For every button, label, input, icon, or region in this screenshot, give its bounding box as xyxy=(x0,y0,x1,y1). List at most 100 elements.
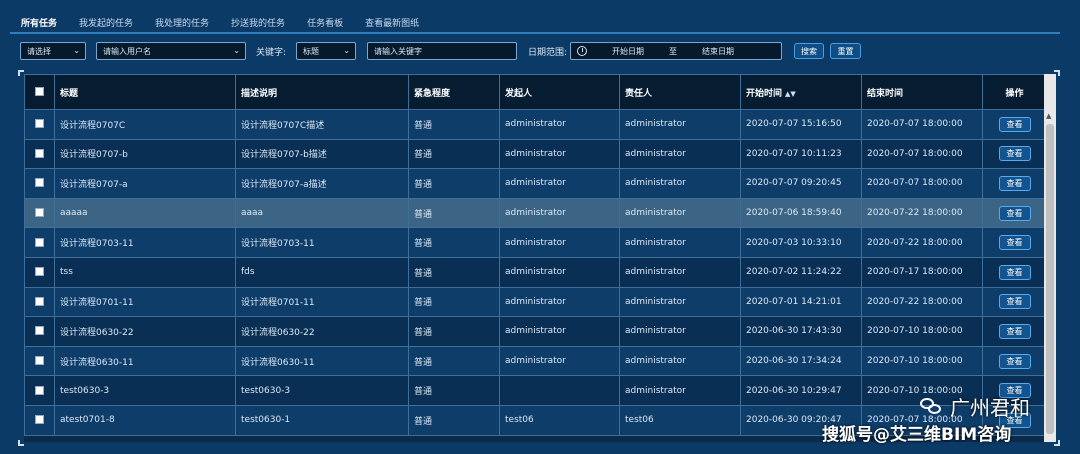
cell-assignee: administrator xyxy=(619,375,741,406)
col-end-time: 结束时间 xyxy=(861,74,983,110)
table-row[interactable]: 设计流程0630-11 设计流程0630-11 普通 administrator adm… xyxy=(24,345,1047,377)
row-checkbox-cell[interactable] xyxy=(24,286,55,318)
cell-initiator: administrator xyxy=(499,227,620,258)
row-checkbox-cell[interactable] xyxy=(24,256,55,288)
col-urgency: 紧急程度 xyxy=(408,74,500,110)
date-range-label: 日期范围: xyxy=(528,48,568,58)
row-checkbox[interactable] xyxy=(35,208,44,218)
date-range-picker[interactable]: 开始日期 至 结束日期 xyxy=(570,42,782,60)
row-checkbox[interactable] xyxy=(35,178,44,188)
cell-description: 设计流程0707-b描述 xyxy=(235,138,409,170)
scroll-up-icon[interactable]: ▲ xyxy=(1046,112,1051,120)
cell-title: 设计流程0701-11 xyxy=(54,286,236,318)
cell-start-time: 2020-07-03 10:33:10 xyxy=(740,227,862,258)
date-end: 结束日期 xyxy=(702,46,734,56)
view-button[interactable]: 查看 xyxy=(998,205,1031,221)
cell-assignee: administrator xyxy=(619,256,741,288)
table-row[interactable]: 设计流程0630-22 设计流程0630-22 普通 administrator adm… xyxy=(24,316,1047,347)
row-checkbox[interactable] xyxy=(35,237,44,247)
user-input[interactable]: 请输入用户名 ⌄ xyxy=(96,42,246,60)
view-button[interactable]: 查看 xyxy=(998,146,1031,162)
table-row[interactable]: aaaaa aaaa 普通 administrator administrator 202… xyxy=(24,197,1047,229)
chevron-down-icon: ⌄ xyxy=(343,46,350,55)
view-button[interactable]: 查看 xyxy=(998,235,1031,251)
col-start-time-label: 开始时间 xyxy=(746,88,783,99)
view-button[interactable]: 查看 xyxy=(998,264,1031,280)
cell-assignee: administrator xyxy=(619,197,741,229)
cell-assignee: test06 xyxy=(619,404,741,436)
view-button[interactable]: 查看 xyxy=(998,116,1031,132)
tab-cc-to-me[interactable]: 抄送我的任务 xyxy=(220,12,296,32)
cell-start-time: 2020-07-07 09:20:45 xyxy=(740,168,862,199)
cell-title: atest0701-8 xyxy=(54,404,236,436)
row-checkbox[interactable] xyxy=(35,356,44,366)
tab-my-initiated[interactable]: 我发起的任务 xyxy=(68,12,144,32)
cell-urgency: 普通 xyxy=(408,227,500,258)
cell-title: aaaaa xyxy=(54,197,236,229)
tab-latest-drawings[interactable]: 查看最新图纸 xyxy=(354,12,430,32)
scroll-thumb[interactable] xyxy=(1046,124,1054,434)
cell-urgency: 普通 xyxy=(408,404,500,436)
chevron-down-icon: ⌄ xyxy=(233,46,240,55)
view-button[interactable]: 查看 xyxy=(998,323,1031,339)
view-button[interactable]: 查看 xyxy=(998,353,1031,369)
row-checkbox[interactable] xyxy=(35,326,44,336)
select-all-checkbox-cell[interactable] xyxy=(24,74,55,110)
cell-actions: 查看 xyxy=(982,227,1047,258)
row-checkbox-cell[interactable] xyxy=(24,168,55,199)
row-checkbox-cell[interactable] xyxy=(24,138,55,170)
row-checkbox-cell[interactable] xyxy=(24,227,55,258)
table-row[interactable]: 设计流程0707C 设计流程0707C描述 普通 administrator admin… xyxy=(24,109,1047,140)
table-row[interactable]: 设计流程0707-a 设计流程0707-a描述 普通 administrator adm… xyxy=(24,168,1047,199)
table-row[interactable]: 设计流程0703-11 设计流程0703-11 普通 administrator adm… xyxy=(24,227,1047,258)
cell-start-time: 2020-06-30 17:43:30 xyxy=(740,316,862,347)
chevron-down-icon: ⌄ xyxy=(73,46,80,55)
keyword-input[interactable]: 请输入关键字 xyxy=(367,42,517,60)
tab-all-tasks[interactable]: 所有任务 xyxy=(10,12,68,32)
user-input-placeholder: 请输入用户名 xyxy=(103,46,151,56)
tab-my-handled[interactable]: 我处理的任务 xyxy=(144,12,220,32)
keyword-field-select[interactable]: 标题 ⌄ xyxy=(296,42,356,60)
row-checkbox-cell[interactable] xyxy=(24,316,55,347)
cell-initiator: administrator xyxy=(499,168,620,199)
row-checkbox[interactable] xyxy=(35,385,44,395)
cell-assignee: administrator xyxy=(619,109,741,140)
cell-urgency: 普通 xyxy=(408,286,500,318)
table-row[interactable]: 设计流程0707-b 设计流程0707-b描述 普通 administrator adm… xyxy=(24,138,1047,170)
tab-task-board[interactable]: 任务看板 xyxy=(296,12,354,32)
type-select[interactable]: 请选择 ⌄ xyxy=(20,42,86,60)
cell-assignee: administrator xyxy=(619,227,741,258)
row-checkbox-cell[interactable] xyxy=(24,345,55,377)
search-button[interactable]: 搜索 xyxy=(794,43,824,59)
table-body: 设计流程0707C 设计流程0707C描述 普通 administrator admin… xyxy=(24,109,1047,436)
cell-title: 设计流程0707C xyxy=(54,109,236,140)
reset-button[interactable]: 重置 xyxy=(830,43,861,59)
row-checkbox-cell[interactable] xyxy=(24,404,55,436)
cell-initiator: test06 xyxy=(499,404,620,436)
cell-description: test0630-1 xyxy=(235,404,409,436)
row-checkbox[interactable] xyxy=(35,148,44,158)
col-description: 描述说明 xyxy=(235,74,409,110)
row-checkbox[interactable] xyxy=(35,119,44,129)
date-separator: 至 xyxy=(669,46,677,56)
row-checkbox[interactable] xyxy=(35,296,44,306)
table-row[interactable]: 设计流程0701-11 设计流程0701-11 普通 administrator adm… xyxy=(24,286,1047,318)
row-checkbox-cell[interactable] xyxy=(24,109,55,140)
col-start-time[interactable]: 开始时间 ▲▼ xyxy=(740,74,862,110)
cell-actions: 查看 xyxy=(982,109,1047,140)
view-button[interactable]: 查看 xyxy=(998,294,1031,310)
cell-title: tss xyxy=(54,256,236,288)
cell-urgency: 普通 xyxy=(408,109,500,140)
view-button[interactable]: 查看 xyxy=(998,175,1031,191)
row-checkbox[interactable] xyxy=(35,415,44,425)
vertical-scrollbar[interactable]: ▲ xyxy=(1044,74,1056,442)
table-row[interactable]: test0630-3 test0630-3 普通 administrator 2020-… xyxy=(24,375,1047,406)
row-checkbox[interactable] xyxy=(35,267,44,277)
wechat-icon xyxy=(920,397,942,416)
cell-urgency: 普通 xyxy=(408,375,500,406)
row-checkbox-cell[interactable] xyxy=(24,197,55,229)
table-row[interactable]: tss fds 普通 administrator administrator 2020-0… xyxy=(24,256,1047,288)
select-all-checkbox[interactable] xyxy=(35,87,44,96)
sort-icon[interactable]: ▲▼ xyxy=(785,90,796,98)
row-checkbox-cell[interactable] xyxy=(24,375,55,406)
